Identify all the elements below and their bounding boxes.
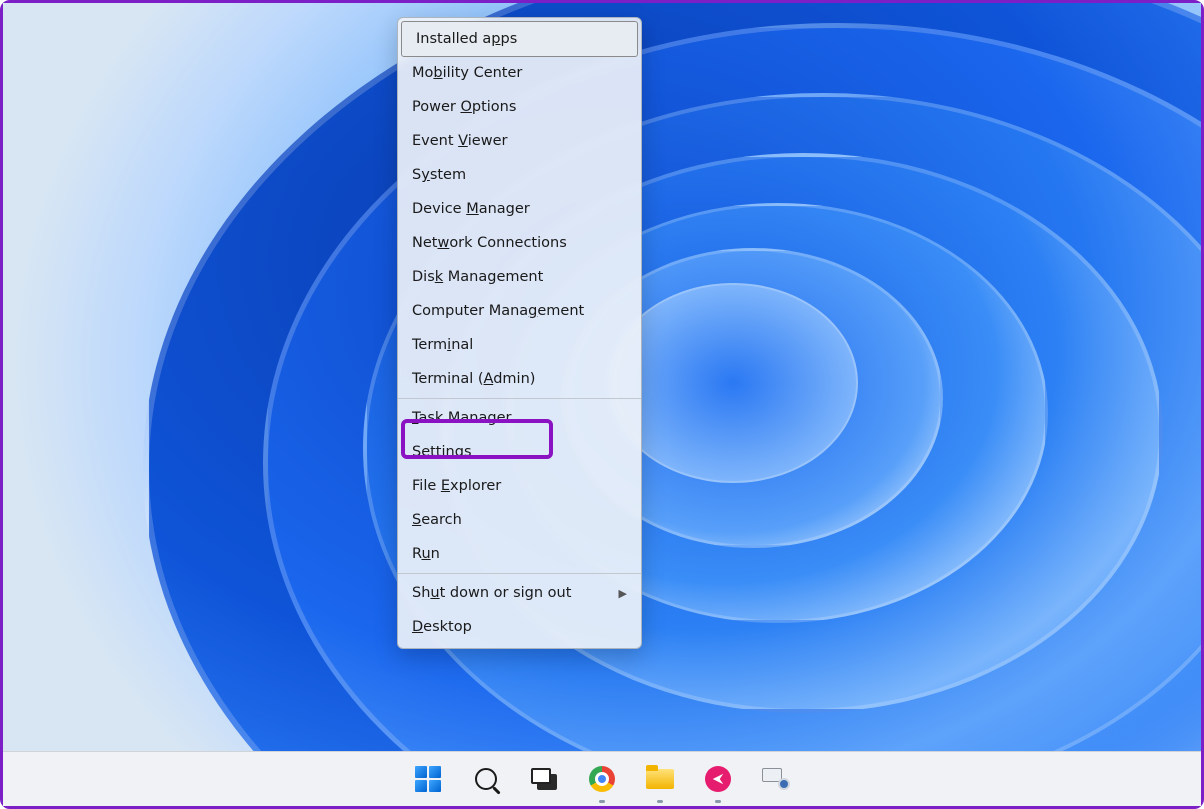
taskbar-explorer[interactable] [639, 758, 681, 800]
menu-separator [398, 398, 641, 399]
menu-item-event-viewer[interactable]: Event Viewer [398, 124, 641, 158]
menu-item-label: Terminal (Admin) [412, 371, 535, 387]
menu-item-settings[interactable]: Settings [398, 435, 641, 469]
menu-item-shut-down-or-sign-out[interactable]: Shut down or sign out ▶ [398, 576, 641, 610]
menu-item-search[interactable]: Search [398, 503, 641, 537]
menu-item-label: Computer Management [412, 303, 584, 319]
taskbar-device-app[interactable] [755, 758, 797, 800]
taskbar-chrome[interactable] [581, 758, 623, 800]
app-icon [705, 766, 731, 792]
menu-item-label: Disk Management [412, 269, 543, 285]
menu-item-label: Event Viewer [412, 133, 507, 149]
menu-item-label: Desktop [412, 619, 472, 635]
taskbar-search[interactable] [465, 758, 507, 800]
menu-item-label: Search [412, 512, 462, 528]
menu-item-label: Shut down or sign out [412, 585, 571, 601]
device-icon [762, 768, 790, 790]
menu-item-desktop[interactable]: Desktop [398, 610, 641, 644]
taskview-icon [531, 768, 557, 790]
menu-item-label: Mobility Center [412, 65, 522, 81]
menu-item-label: Installed apps [416, 31, 517, 47]
taskbar-start[interactable] [407, 758, 449, 800]
menu-item-label: File Explorer [412, 478, 501, 494]
menu-item-label: Settings [412, 444, 472, 460]
menu-item-label: Power Options [412, 99, 516, 115]
menu-item-terminal[interactable]: Terminal [398, 328, 641, 362]
search-icon [475, 768, 497, 790]
menu-item-installed-apps[interactable]: Installed apps [401, 21, 638, 57]
menu-item-label: System [412, 167, 466, 183]
menu-item-device-manager[interactable]: Device Manager [398, 192, 641, 226]
windows-logo-icon [415, 766, 441, 792]
menu-item-label: Run [412, 546, 440, 562]
menu-item-label: Network Connections [412, 235, 567, 251]
chevron-right-icon: ▶ [619, 587, 627, 600]
menu-item-system[interactable]: System [398, 158, 641, 192]
menu-item-mobility-center[interactable]: Mobility Center [398, 56, 641, 90]
menu-item-label: Terminal [412, 337, 473, 353]
menu-item-terminal-admin[interactable]: Terminal (Admin) [398, 362, 641, 396]
menu-item-computer-management[interactable]: Computer Management [398, 294, 641, 328]
menu-item-run[interactable]: Run [398, 537, 641, 571]
running-indicator [599, 800, 605, 803]
menu-item-task-manager[interactable]: Task Manager [398, 401, 641, 435]
running-indicator [657, 800, 663, 803]
running-indicator [715, 800, 721, 803]
menu-item-label: Task Manager [412, 410, 511, 426]
menu-item-disk-management[interactable]: Disk Management [398, 260, 641, 294]
taskbar-taskview[interactable] [523, 758, 565, 800]
taskbar [3, 751, 1201, 806]
winx-context-menu: Installed apps Mobility Center Power Optio… [397, 17, 642, 649]
folder-icon [646, 769, 674, 789]
chrome-icon [589, 766, 615, 792]
menu-item-network-connections[interactable]: Network Connections [398, 226, 641, 260]
menu-item-file-explorer[interactable]: File Explorer [398, 469, 641, 503]
menu-separator [398, 573, 641, 574]
menu-item-power-options[interactable]: Power Options [398, 90, 641, 124]
menu-item-label: Device Manager [412, 201, 530, 217]
taskbar-app-pink[interactable] [697, 758, 739, 800]
